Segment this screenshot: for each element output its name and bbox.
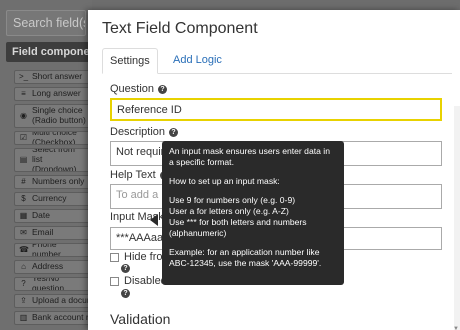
component-label: Select from list (Dropdown) xyxy=(32,148,77,172)
disabled-label: Disabled xyxy=(124,275,167,287)
component-label: Upload a document xyxy=(32,295,91,306)
field-components-sidebar: Search field(s) Field components >_ Shor… xyxy=(0,0,92,330)
component-yes-no-question[interactable]: ? Yes/No question xyxy=(14,277,92,291)
paragraph-icon: ≡ xyxy=(21,89,26,99)
description-label: Description ? xyxy=(110,126,179,138)
question-input[interactable]: Reference ID xyxy=(110,98,442,121)
component-label: Email xyxy=(32,227,54,238)
modal-title: Text Field Component xyxy=(102,20,258,37)
search-fields-input[interactable]: Search field(s) xyxy=(6,10,86,36)
tooltip-rule-numbers: Use 9 for numbers only (e.g. 0-9) xyxy=(169,195,296,205)
component-numbers-only[interactable]: # Numbers only xyxy=(14,175,92,189)
tab-settings[interactable]: Settings xyxy=(102,48,158,74)
component-email[interactable]: ✉ Email xyxy=(14,226,92,240)
question-icon: ? xyxy=(21,279,26,289)
validation-section-title: Validation xyxy=(110,311,171,327)
input-mask-tooltip: An input mask ensures users enter data i… xyxy=(162,141,344,285)
upload-icon: ⇪ xyxy=(20,296,27,306)
help-text-label-text: Help Text xyxy=(110,169,156,181)
disabled-checkbox[interactable] xyxy=(110,277,119,286)
dropdown-icon: ▤ xyxy=(19,155,28,165)
component-label: Short answer xyxy=(32,71,83,82)
tooltip-rule-alphanumeric: Use *** for both letters and numbers (al… xyxy=(169,217,307,238)
question-label-text: Question xyxy=(110,83,155,95)
component-currency[interactable]: $ Currency xyxy=(14,192,92,206)
tab-add-logic[interactable]: Add Logic xyxy=(166,48,229,74)
modal-tabs: Settings Add Logic xyxy=(102,48,452,74)
question-help-icon[interactable]: ? xyxy=(158,84,168,94)
tooltip-intro: An input mask ensures users enter data i… xyxy=(169,146,330,167)
home-icon: ⌂ xyxy=(21,262,26,272)
question-label: Question ? xyxy=(110,83,168,95)
component-label: Date xyxy=(32,210,50,221)
tooltip-example: Example: for an application number like … xyxy=(169,247,322,268)
envelope-icon: ✉ xyxy=(20,228,27,238)
component-label: Phone number xyxy=(32,243,61,257)
component-label: Long answer xyxy=(32,88,81,99)
description-help-icon[interactable]: ? xyxy=(169,127,179,137)
hide-from-help-icon[interactable]: ? xyxy=(121,264,130,273)
component-label: Single choice (Radio button) xyxy=(32,105,86,125)
component-multi-choice[interactable]: ☑ Multi choice (Checkbox) xyxy=(14,131,92,145)
terminal-icon: >_ xyxy=(19,72,29,82)
calendar-icon: ▦ xyxy=(19,211,28,221)
radio-icon: ◉ xyxy=(20,111,27,121)
description-label-text: Description xyxy=(110,126,166,138)
modal-scrollbar[interactable] xyxy=(454,106,460,330)
help-text-label: Help Text ? xyxy=(110,169,169,181)
component-select-from-list[interactable]: ▤ Select from list (Dropdown) xyxy=(14,148,92,172)
checkbox-icon: ☑ xyxy=(19,133,28,143)
hash-icon: # xyxy=(21,177,26,187)
hide-from-checkbox[interactable] xyxy=(110,253,119,262)
component-label: Currency xyxy=(32,193,67,204)
component-label: Numbers only xyxy=(32,176,85,187)
component-bank-account-number[interactable]: ▥ Bank account number xyxy=(14,311,92,325)
tooltip-howto: How to set up an input mask: xyxy=(169,176,280,186)
field-components-header: Field components xyxy=(6,42,92,62)
disabled-help-icon[interactable]: ? xyxy=(121,289,130,298)
component-short-answer[interactable]: >_ Short answer xyxy=(14,70,92,84)
component-upload-document[interactable]: ⇪ Upload a document xyxy=(14,294,92,308)
component-label: Yes/No question xyxy=(32,277,65,291)
component-label: Multi choice (Checkbox) xyxy=(32,131,77,145)
component-phone-number[interactable]: ☎ Phone number xyxy=(14,243,92,257)
component-address[interactable]: ⌂ Address xyxy=(14,260,92,274)
bank-icon: ▥ xyxy=(19,313,28,323)
tooltip-rule-letters: User a for letters only (e.g. A-Z) xyxy=(169,206,289,216)
component-long-answer[interactable]: ≡ Long answer xyxy=(14,87,92,101)
component-label: Address xyxy=(32,261,64,272)
component-single-choice[interactable]: ◉ Single choice (Radio button) xyxy=(14,104,92,128)
dollar-icon: $ xyxy=(21,194,26,204)
scroll-down-arrow-icon[interactable]: ▼ xyxy=(453,326,459,330)
component-label: Bank account number xyxy=(32,312,91,323)
tooltip-arrow xyxy=(150,214,158,226)
phone-icon: ☎ xyxy=(19,245,29,255)
component-date[interactable]: ▦ Date xyxy=(14,209,92,223)
